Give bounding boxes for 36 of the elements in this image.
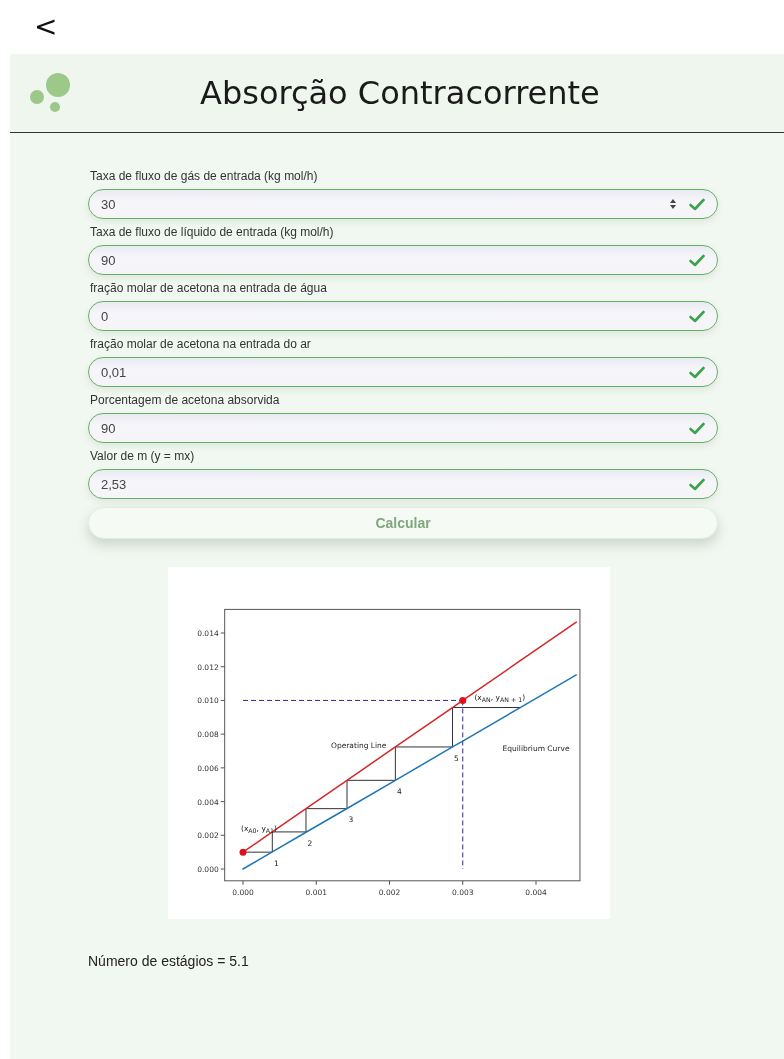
tick-mark	[220, 666, 226, 668]
input-field[interactable]: 30	[88, 189, 718, 219]
tick-mark	[220, 801, 226, 803]
tick-mark	[462, 880, 464, 886]
tick-mark	[389, 880, 390, 886]
field-label: Taxa de fluxo de gás de entrada (kg mol/h)	[90, 169, 319, 183]
tick-mark	[220, 767, 226, 769]
field-label: fração molar de acetona na entrada do ar	[90, 337, 312, 351]
check-icon	[689, 421, 705, 435]
check-icon	[689, 309, 705, 323]
input-field[interactable]: 0	[88, 301, 718, 331]
field-label: Valor de m (y = mx)	[90, 449, 196, 463]
spinner-icon[interactable]	[669, 198, 677, 210]
check-icon	[689, 477, 705, 491]
check-icon	[689, 197, 705, 211]
check-icon	[689, 253, 705, 267]
tick-mark	[220, 632, 226, 634]
field-label: Taxa de fluxo de líquido de entrada (kg mol/h)	[90, 225, 335, 239]
input-field[interactable]: 0,01	[88, 357, 718, 387]
back-button[interactable]: <	[30, 13, 62, 41]
input-field[interactable]: 90	[88, 413, 718, 443]
logo-icon	[28, 71, 72, 115]
field-label: Porcentagem de acetona absorvida	[90, 393, 281, 407]
input-field[interactable]: 90	[88, 245, 718, 275]
tick-mark	[220, 868, 226, 870]
page-title: Absorção Contracorrente	[200, 74, 600, 112]
tick-mark	[242, 880, 244, 886]
tick-mark	[535, 880, 537, 886]
field-label: fração molar de acetona na entrada de água	[90, 281, 328, 295]
input-field[interactable]: 2,53	[88, 469, 718, 499]
tick-mark	[315, 880, 317, 886]
tick-mark	[220, 699, 226, 701]
check-icon	[689, 365, 705, 379]
tick-mark	[220, 834, 226, 836]
tick-mark	[220, 733, 226, 735]
result-text: Número de estágios = 5.1	[88, 953, 250, 969]
